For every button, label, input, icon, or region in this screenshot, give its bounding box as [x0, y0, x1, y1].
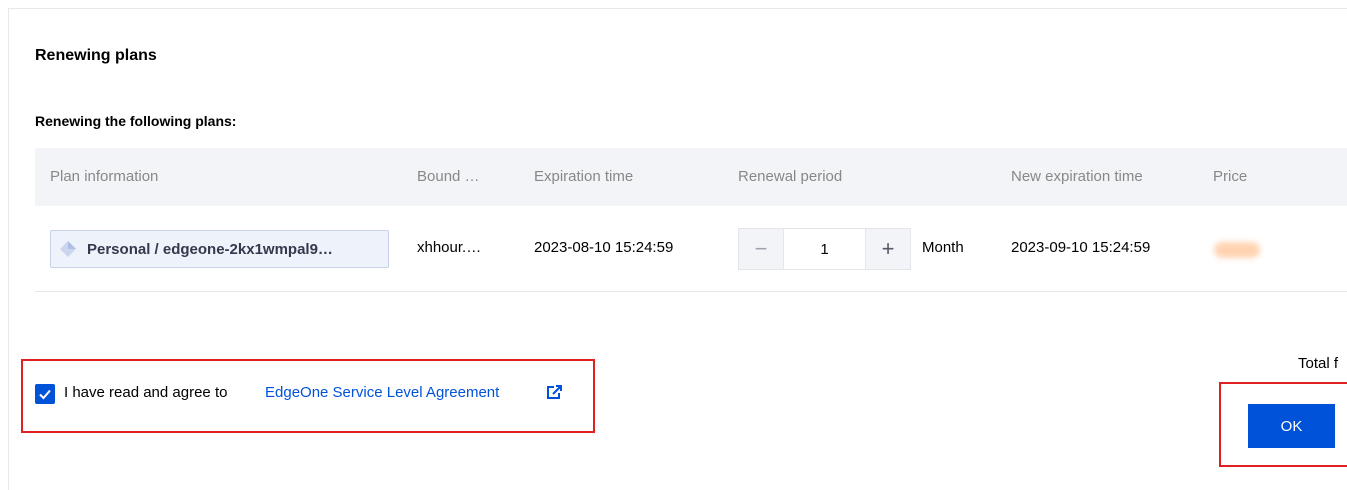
plan-diamond-icon [59, 240, 77, 258]
agreement-text: I have read and agree to [64, 384, 228, 401]
agreement-checkbox[interactable] [35, 384, 55, 404]
renewal-period-stepper: − 1 + [738, 228, 911, 270]
header-bound: Bound … [417, 168, 480, 185]
renewal-period-input[interactable]: 1 [783, 229, 866, 269]
plus-icon[interactable]: + [866, 229, 910, 269]
plans-table: Plan information Bound … Expiration time… [35, 148, 1347, 292]
expiration-time: 2023-08-10 15:24:59 [534, 239, 674, 256]
table-row: Personal / edgeone-2kx1wmpal9… xhhour.… … [35, 206, 1347, 292]
header-renewal-period: Renewal period [738, 168, 843, 185]
price-value-blurred [1214, 242, 1260, 258]
header-new-expiration-time: New expiration time [1011, 168, 1143, 185]
header-price: Price [1213, 168, 1248, 185]
section-subtitle: Renewing the following plans: [35, 113, 237, 129]
table-header: Plan information Bound … Expiration time… [35, 148, 1347, 206]
new-expiration-time: 2023-09-10 15:24:59 [1011, 239, 1151, 256]
dialog-title: Renewing plans [35, 47, 157, 64]
header-plan-information: Plan information [50, 168, 159, 185]
total-fee-label: Total f [1298, 355, 1339, 372]
plan-tag[interactable]: Personal / edgeone-2kx1wmpal9… [50, 230, 389, 268]
header-expiration-time: Expiration time [534, 168, 634, 185]
external-link-icon[interactable] [547, 385, 562, 400]
plan-name: Personal / edgeone-2kx1wmpal9… [87, 240, 333, 258]
sla-link[interactable]: EdgeOne Service Level Agreement [265, 384, 499, 401]
minus-icon[interactable]: − [739, 229, 783, 269]
renewal-period-unit: Month [922, 239, 964, 256]
check-icon [39, 389, 51, 400]
ok-button[interactable]: OK [1248, 404, 1335, 448]
bound-domain: xhhour.… [417, 239, 482, 256]
